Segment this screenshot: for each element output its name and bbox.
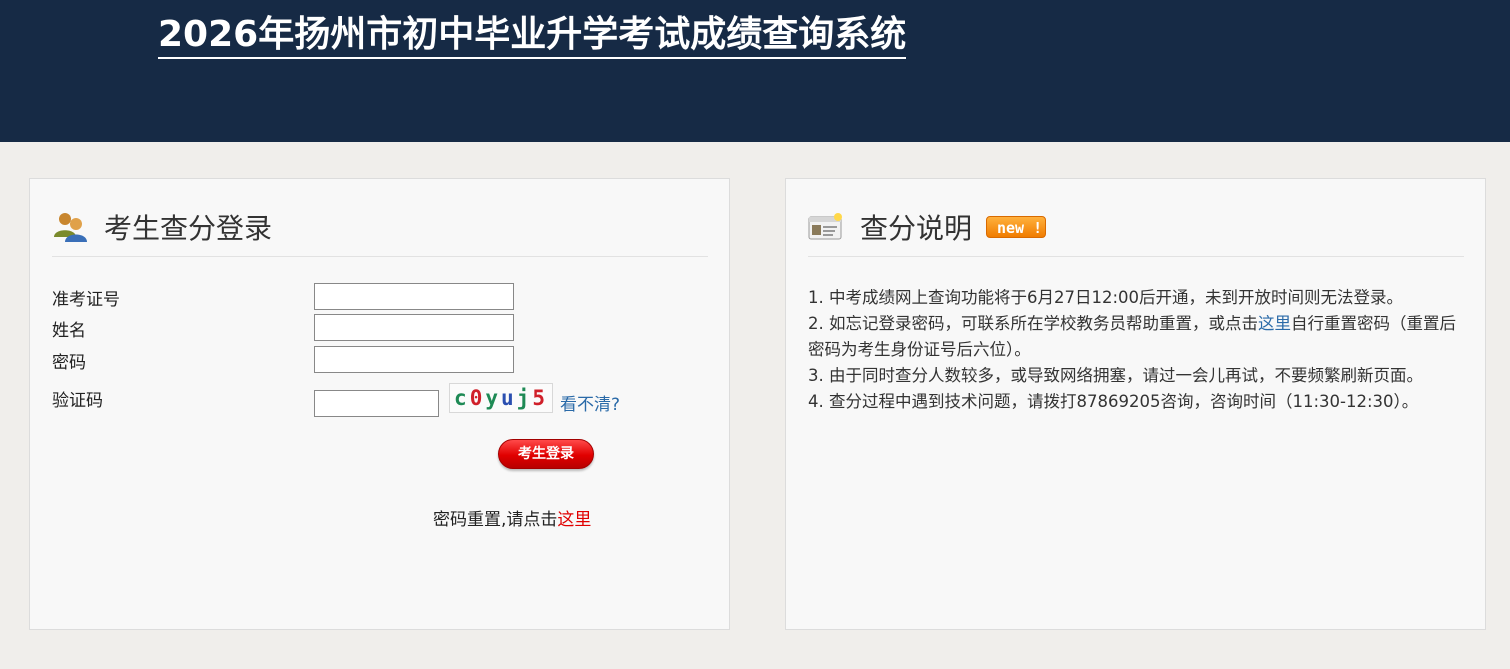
captcha-char: y: [485, 386, 501, 410]
reset-password-link[interactable]: 这里: [1258, 314, 1291, 333]
note-4: 4. 查分过程中遇到技术问题，请拨打87869205咨询，咨询时间（11:30-…: [808, 392, 1419, 411]
login-panel-header: 考生查分登录: [52, 205, 708, 257]
login-button[interactable]: 考生登录: [498, 439, 594, 469]
new-badge: new !: [986, 216, 1046, 238]
name-input[interactable]: [314, 314, 514, 341]
site-title[interactable]: 2026年扬州市初中毕业升学考试成绩查询系统: [158, 14, 907, 59]
captcha-char: c: [454, 386, 470, 410]
note-2-text: 2. 如忘记登录密码，可联系所在学校教务员帮助重置，或点击: [808, 314, 1258, 333]
info-panel-title: 查分说明: [860, 212, 973, 245]
captcha-image[interactable]: c0yuj5: [449, 383, 553, 413]
captcha-char: 5: [532, 386, 548, 410]
id-card-icon: [808, 213, 842, 240]
notes-list: 1. 中考成绩网上查询功能将于6月27日12:00后开通，未到开放时间则无法登录…: [808, 285, 1468, 415]
login-panel-title: 考生查分登录: [104, 212, 273, 245]
note-3: 3. 由于同时查分人数较多，或导致网络拥塞，请过一会儿再试，不要频繁刷新页面。: [808, 366, 1423, 385]
captcha-char: u: [501, 386, 517, 410]
note-1: 1. 中考成绩网上查询功能将于6月27日12:00后开通，未到开放时间则无法登录…: [808, 288, 1404, 307]
password-label: 密码: [52, 353, 86, 373]
captcha-refresh-link[interactable]: 看不清?: [560, 390, 620, 415]
password-reset-link[interactable]: 这里: [557, 510, 591, 530]
exam-id-label: 准考证号: [52, 290, 120, 310]
password-reset-line: 密码重置,请点击这里: [433, 505, 591, 530]
login-panel: 考生查分登录 准考证号 姓名 密码 验证码 c0yuj5 看不清? 考生登录 密…: [29, 178, 730, 630]
captcha-label: 验证码: [52, 391, 103, 411]
name-label: 姓名: [52, 321, 86, 341]
captcha-input[interactable]: [314, 390, 439, 417]
captcha-char: 0: [469, 386, 486, 410]
captcha-char: j: [516, 386, 533, 410]
users-icon: [54, 213, 87, 242]
password-input[interactable]: [314, 346, 514, 373]
exam-id-input[interactable]: [314, 283, 514, 310]
password-reset-text: 密码重置,请点击: [433, 510, 558, 530]
note-2: 2. 如忘记登录密码，可联系所在学校教务员帮助重置，或点击这里自行重置密码（重置…: [808, 311, 1468, 363]
info-panel: 查分说明 new ! 1. 中考成绩网上查询功能将于6月27日12:00后开通，…: [785, 178, 1486, 630]
info-panel-header: 查分说明 new !: [808, 205, 1464, 257]
header-bar: 2026年扬州市初中毕业升学考试成绩查询系统: [0, 0, 1510, 142]
